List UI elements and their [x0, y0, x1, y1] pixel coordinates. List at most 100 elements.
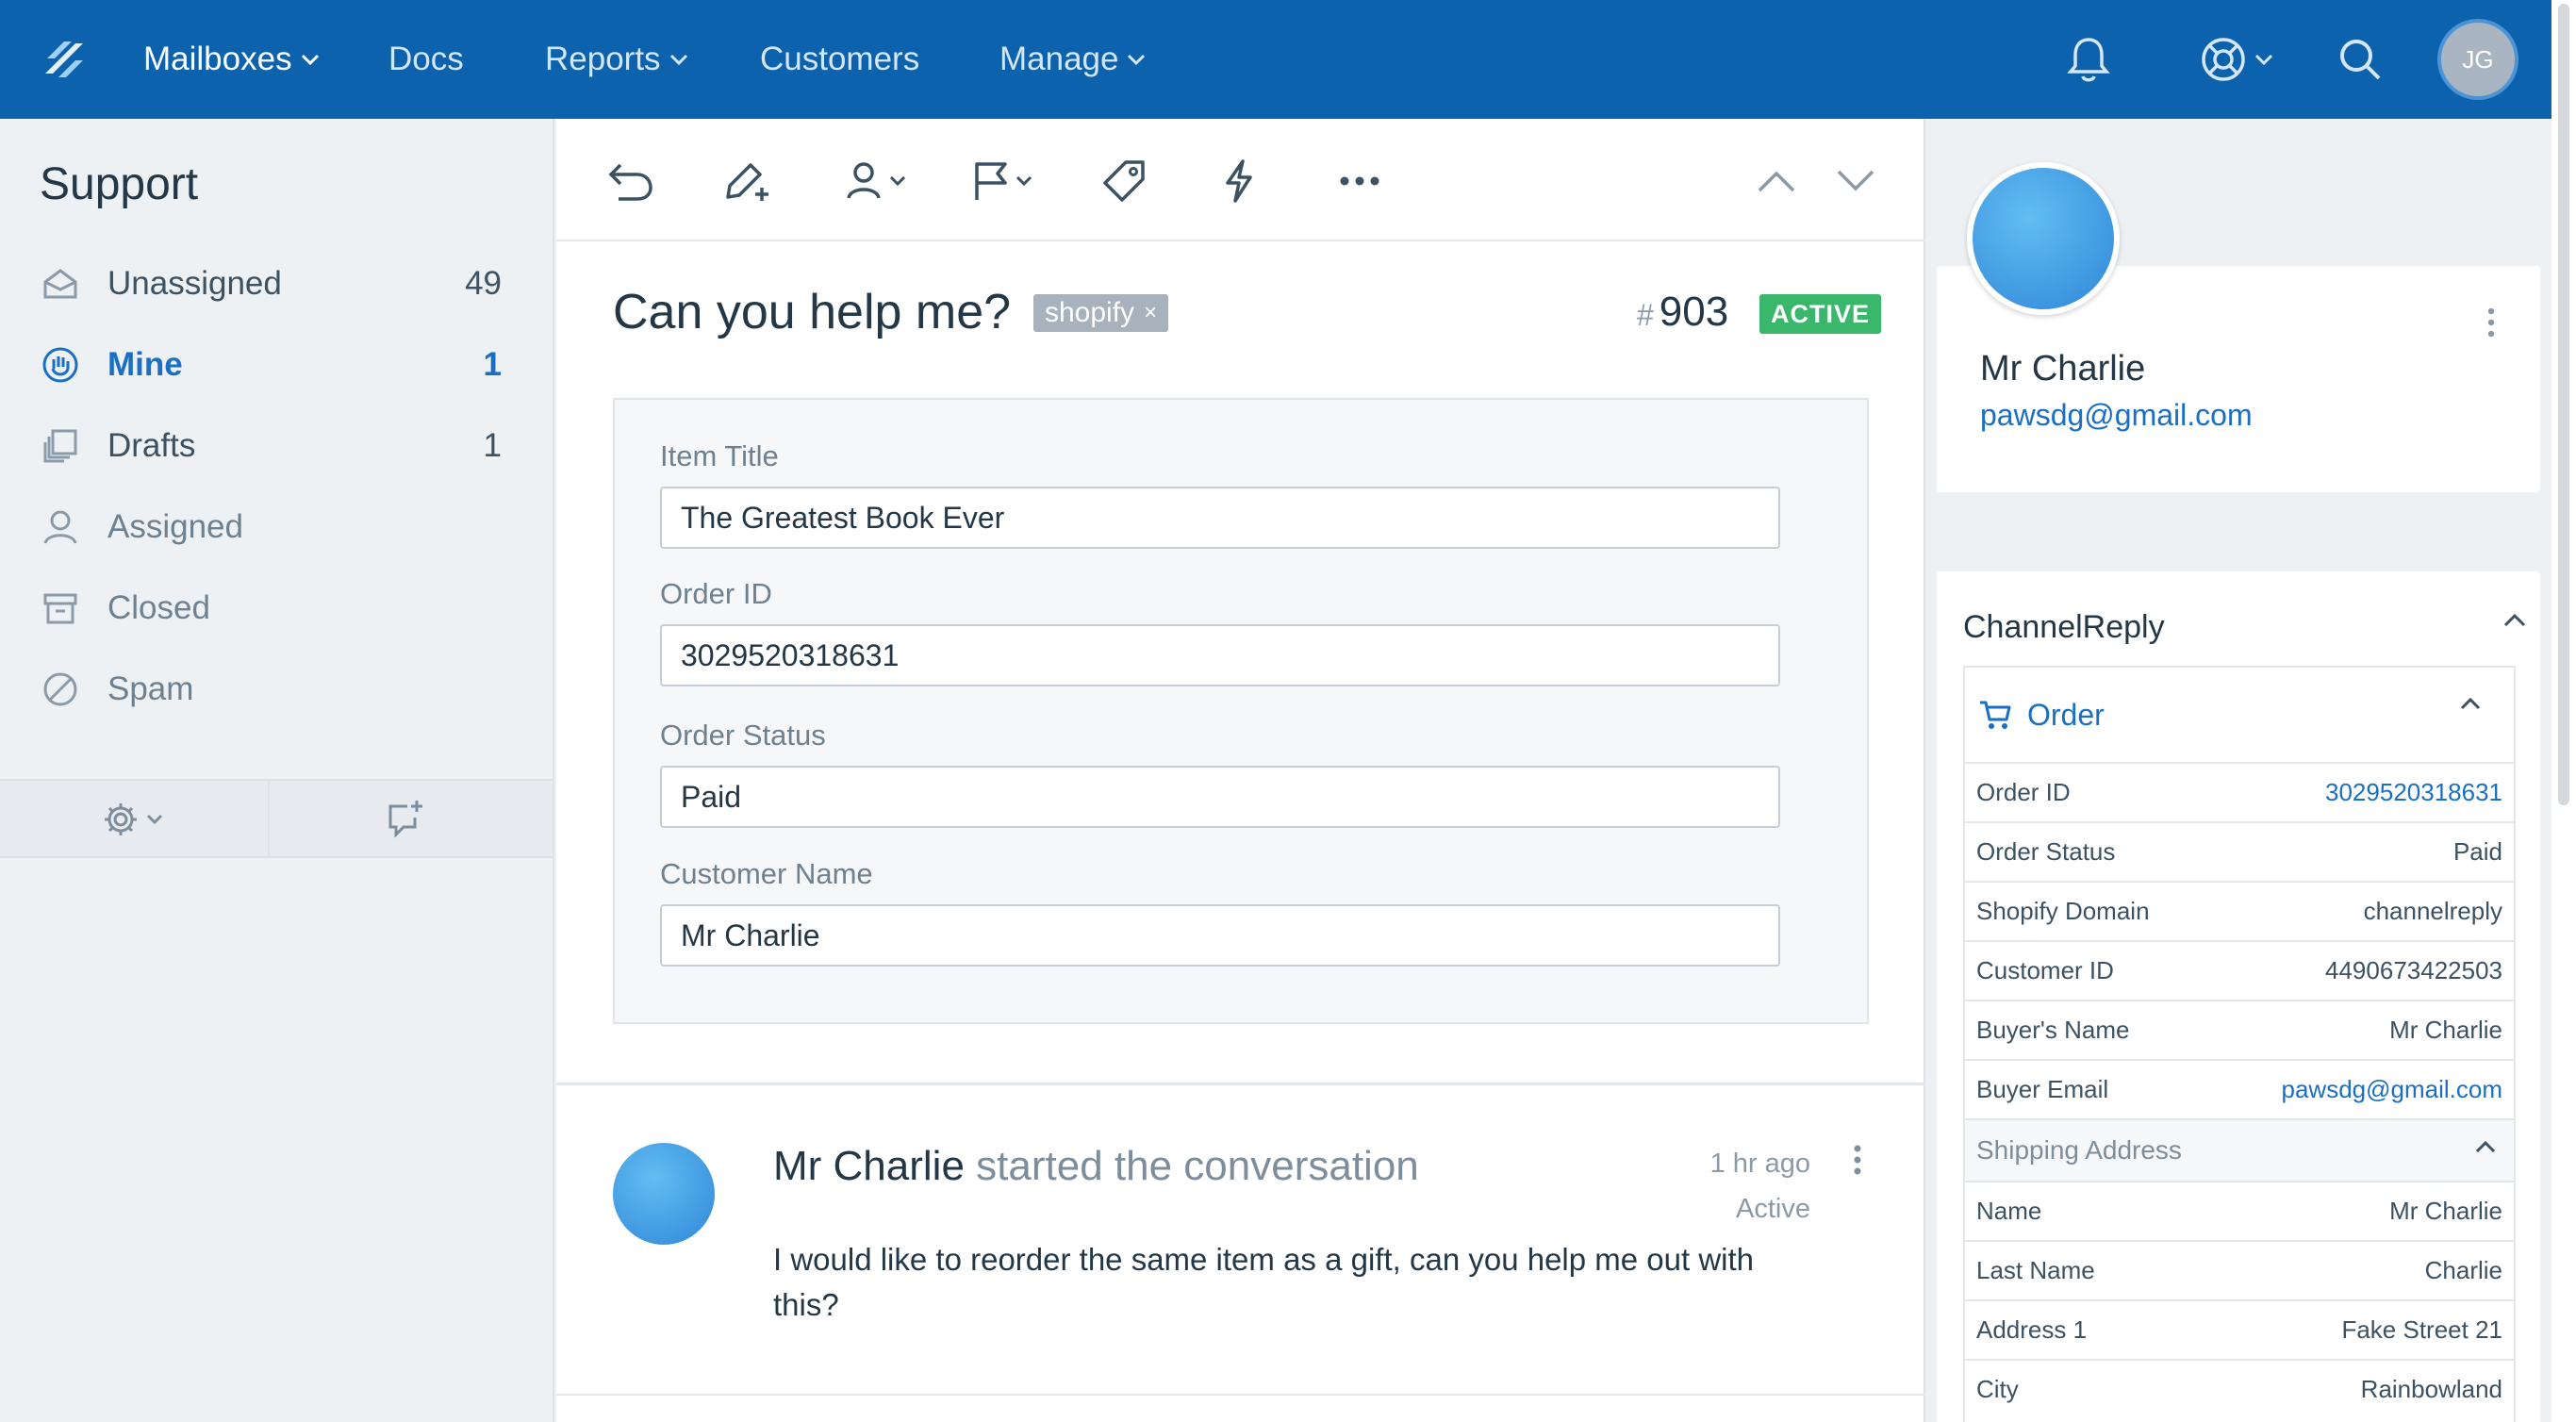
- help-menu-button[interactable]: [2199, 28, 2274, 91]
- row-value: Mr Charlie: [2389, 1016, 2502, 1044]
- conversation-number-value: 903: [1659, 289, 1729, 335]
- chevron-down-icon: [301, 54, 319, 66]
- scrollbar-thumb[interactable]: [2558, 4, 2569, 805]
- tag-chip[interactable]: shopify ×: [1033, 294, 1169, 332]
- row-key: Buyer Email: [1976, 1075, 2109, 1103]
- order-id-label: Order ID: [660, 577, 772, 610]
- row-value: channelreply: [2363, 897, 2502, 925]
- row-key: Last Name: [1976, 1256, 2095, 1284]
- sidebar-item-label: Spam: [107, 670, 194, 707]
- sidebar-item-assigned[interactable]: Assigned: [40, 499, 502, 555]
- more-actions-button[interactable]: [1339, 153, 1380, 209]
- table-row: Address 1 Fake Street 21: [1965, 1299, 2514, 1359]
- gear-icon: [105, 803, 137, 835]
- previous-conversation-button[interactable]: [1756, 153, 1797, 209]
- search-icon: [2340, 40, 2381, 80]
- nav-manage[interactable]: Manage: [999, 0, 1147, 119]
- table-row: Last Name Charlie: [1965, 1240, 2514, 1299]
- tag-icon: [1103, 160, 1145, 202]
- avatar-initials: JG: [2462, 44, 2494, 74]
- sidebar-item-label: Assigned: [107, 508, 243, 545]
- cart-icon: [1980, 701, 2011, 729]
- user-avatar[interactable]: JG: [2437, 19, 2518, 100]
- chevron-down-icon: [1016, 175, 1032, 187]
- customer-name-label: Customer Name: [660, 857, 873, 890]
- reply-button[interactable]: [607, 153, 654, 209]
- message-state: Active: [1736, 1194, 1810, 1224]
- conversation-pane: Can you help me? shopify × #903 ACTIVE I…: [556, 119, 1925, 1422]
- sidebar-item-drafts[interactable]: Drafts 1: [40, 418, 502, 474]
- nav-reports[interactable]: Reports: [545, 0, 689, 119]
- conversation-subject: Can you help me?: [613, 285, 1012, 339]
- app-title: ChannelReply: [1963, 609, 2165, 645]
- pencil-plus-icon: [726, 163, 768, 201]
- message-body: I would like to reorder the same item as…: [773, 1242, 1755, 1322]
- customer-avatar: [1967, 162, 2120, 315]
- tag-label: shopify: [1045, 297, 1135, 328]
- message-header: Mr Charlie started the conversation: [773, 1143, 1419, 1190]
- customer-menu-button[interactable]: [2485, 306, 2497, 344]
- nav-mailboxes[interactable]: Mailboxes: [143, 0, 321, 119]
- row-value: 4490673422503: [2325, 956, 2502, 984]
- chevron-down-icon: [146, 814, 163, 825]
- status-badge: ACTIVE: [1759, 294, 1882, 334]
- assign-button[interactable]: [845, 153, 907, 209]
- message-author[interactable]: Mr Charlie: [773, 1143, 965, 1189]
- chevron-up-icon: [2475, 1140, 2496, 1153]
- avatar: [613, 1143, 715, 1245]
- add-note-button[interactable]: [720, 153, 773, 209]
- inbox-icon: [40, 263, 81, 305]
- next-conversation-button[interactable]: [1835, 153, 1876, 209]
- sidebar-item-mine[interactable]: Mine 1: [40, 337, 502, 393]
- sidebar-item-label: Drafts: [107, 427, 196, 464]
- customer-email-link[interactable]: pawsdg@gmail.com: [1980, 398, 2253, 433]
- remove-tag-button[interactable]: ×: [1144, 300, 1157, 326]
- buyer-email-link[interactable]: pawsdg@gmail.com: [2282, 1075, 2502, 1104]
- collapse-app-button[interactable]: [2502, 613, 2527, 633]
- notifications-button[interactable]: [2065, 28, 2112, 91]
- new-conversation-button[interactable]: [385, 796, 426, 843]
- nav-docs[interactable]: Docs: [388, 0, 464, 119]
- shipping-address-header[interactable]: Shipping Address: [1965, 1118, 2514, 1181]
- helpscout-logo-icon[interactable]: [40, 34, 91, 85]
- row-value: Charlie: [2424, 1256, 2502, 1284]
- table-row: Customer ID 4490673422503: [1965, 940, 2514, 1000]
- nav-customers[interactable]: Customers: [760, 0, 919, 119]
- order-status-label: Order Status: [660, 719, 826, 752]
- customer-name: Mr Charlie: [1980, 349, 2146, 389]
- sidebar-item-count: 1: [483, 346, 502, 383]
- nav-reports-label: Reports: [545, 41, 661, 77]
- order-section-header[interactable]: Order: [1965, 668, 2514, 762]
- table-row: Buyer's Name Mr Charlie: [1965, 1000, 2514, 1059]
- page-scrollbar[interactable]: [2551, 0, 2576, 1422]
- order-id-link[interactable]: 3029520318631: [2325, 778, 2502, 807]
- item-title-field[interactable]: The Greatest Book Ever: [660, 487, 1780, 549]
- sidebar-item-count: 1: [483, 427, 502, 464]
- hand-icon: [40, 344, 81, 386]
- row-value: Mr Charlie: [2389, 1197, 2502, 1225]
- sidebar-item-unassigned[interactable]: Unassigned 49: [40, 256, 502, 312]
- order-id-field[interactable]: 3029520318631: [660, 624, 1780, 686]
- conversation-number: #903: [1637, 289, 1728, 336]
- sidebar-item-spam[interactable]: Spam: [40, 661, 502, 718]
- message-menu-button[interactable]: [1852, 1143, 1863, 1182]
- more-vertical-icon: [2487, 307, 2495, 338]
- drafts-icon: [40, 425, 81, 467]
- order-status-field[interactable]: Paid: [660, 766, 1780, 828]
- lifebuoy-icon: [2202, 38, 2245, 81]
- channelreply-app-card: ChannelReply Order Order ID 302952031863…: [1937, 571, 2540, 1422]
- status-button[interactable]: [971, 153, 1033, 209]
- order-section-title: Order: [2027, 697, 2105, 732]
- row-key: Shopify Domain: [1976, 897, 2150, 925]
- order-section: Order Order ID 3029520318631 Order Statu…: [1963, 666, 2516, 1422]
- chevron-down-icon: [1837, 170, 1874, 191]
- mailbox-settings-button[interactable]: [102, 796, 164, 843]
- workflow-button[interactable]: [1222, 153, 1256, 209]
- search-button[interactable]: [2337, 28, 2384, 91]
- customer-name-field[interactable]: Mr Charlie: [660, 904, 1780, 967]
- row-key: Address 1: [1976, 1315, 2088, 1344]
- tag-button[interactable]: [1101, 153, 1147, 209]
- more-horizontal-icon: [1340, 176, 1379, 186]
- row-key: Order Status: [1976, 837, 2116, 866]
- sidebar-item-closed[interactable]: Closed: [40, 580, 502, 637]
